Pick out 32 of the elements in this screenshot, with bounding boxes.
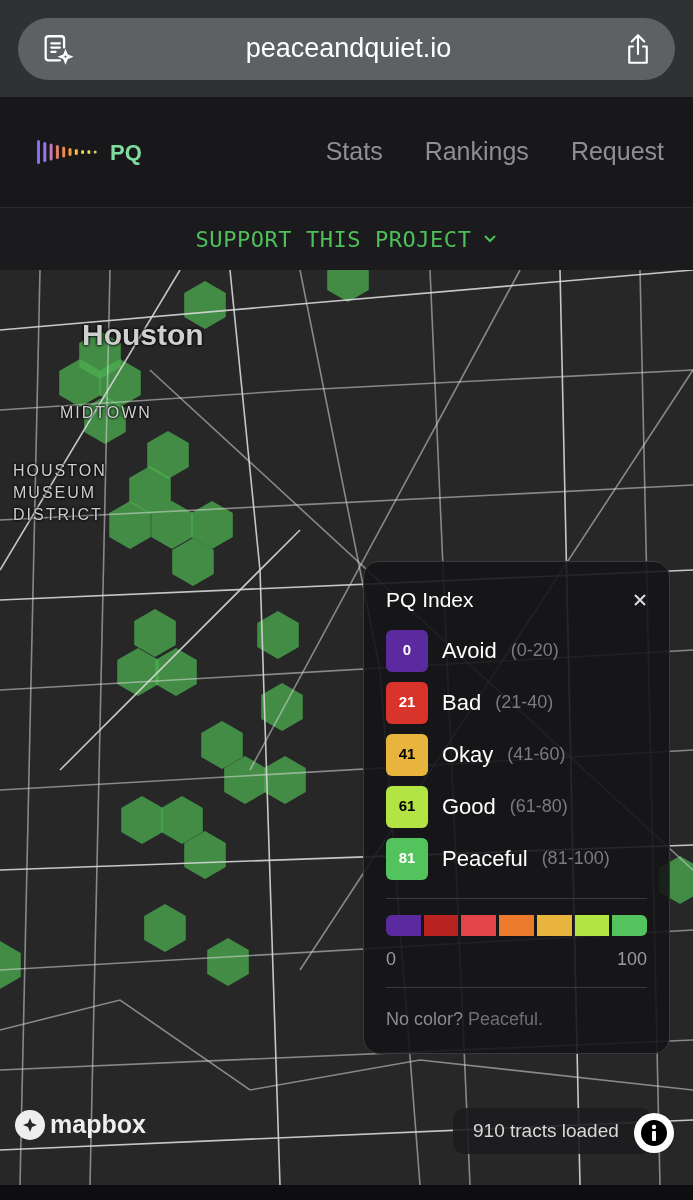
logo-text[interactable]: PQ <box>110 135 142 169</box>
score-badge: 81 <box>386 837 428 880</box>
legend-note: No color? Peaceful. <box>386 1008 544 1029</box>
range-text: (0-20) <box>510 639 559 662</box>
nav-link[interactable]: Stats <box>325 133 383 171</box>
address-bar[interactable]: peaceandquiet.io <box>18 17 675 80</box>
range-text: (21-40) <box>495 691 554 714</box>
category-label: Good <box>442 793 496 821</box>
legend-title: PQ Index <box>386 587 474 613</box>
info-icon[interactable] <box>633 1112 675 1154</box>
category-label: Okay <box>442 741 494 769</box>
nav-link[interactable]: Rankings <box>424 133 529 171</box>
category-label: Avoid <box>442 637 497 665</box>
chevron-down-icon <box>483 234 498 244</box>
score-badge: 21 <box>386 681 428 724</box>
close-icon[interactable] <box>633 592 647 607</box>
url-text: peaceandquiet.io <box>245 32 452 66</box>
scale-min-label: 0 <box>386 947 396 971</box>
sound-wave-logo-icon <box>36 139 100 165</box>
category-label: Bad <box>442 689 482 717</box>
score-badge: 61 <box>386 785 428 828</box>
category-label: Peaceful <box>442 845 528 873</box>
scale-max-label: 100 <box>616 947 647 971</box>
status-text: 910 tracts loaded <box>473 1118 619 1143</box>
range-text: (81-100) <box>541 847 610 870</box>
range-text: (41-60) <box>507 743 566 766</box>
nav-link[interactable]: Request <box>570 133 664 171</box>
attribution-text[interactable]: mapbox <box>50 1106 146 1144</box>
score-badge: 0 <box>386 629 428 672</box>
score-badge: 41 <box>386 733 428 776</box>
range-text: (61-80) <box>509 795 568 818</box>
mapbox-logo-icon <box>14 1108 46 1141</box>
